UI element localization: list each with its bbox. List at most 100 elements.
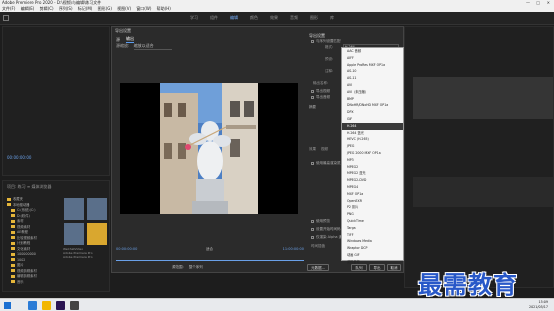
menu-clip[interactable]: 剪辑(C) [40, 6, 54, 11]
folder-icon [11, 219, 15, 223]
workspace-tab-audio[interactable]: 音频 [290, 15, 298, 21]
preview-image [160, 83, 258, 214]
clock-date: 2021/05/17 [528, 305, 548, 309]
match-sequence-checkbox[interactable] [311, 39, 314, 43]
folder-icon [11, 236, 15, 239]
format-option[interactable]: BMP [342, 96, 403, 103]
format-option[interactable]: JPEG [342, 143, 403, 150]
taskbar-clock[interactable]: 15:09 2021/05/17 [529, 300, 548, 310]
format-option[interactable]: Targa [342, 225, 403, 232]
tab-effects[interactable]: 效果 [309, 147, 316, 152]
menu-file[interactable]: 文件(F) [2, 6, 15, 11]
format-option[interactable]: Windows Media [342, 238, 403, 245]
project-panel-tabs[interactable]: 项目: 练习 ≡ 媒体浏览器 [7, 184, 52, 190]
format-option[interactable]: AIFF [342, 55, 403, 62]
max-render-checkbox[interactable] [311, 161, 314, 165]
taskbar-app-icon[interactable] [70, 301, 79, 310]
format-option[interactable]: OpenEXR [342, 198, 403, 205]
source-scale-label: 源缩放: [116, 43, 130, 48]
tree-item[interactable]: 音乐 [7, 280, 59, 286]
workspace-tab-color[interactable]: 颜色 [250, 15, 258, 21]
home-icon[interactable] [3, 15, 9, 21]
format-option[interactable]: Apple ProRes MXF OP1a [342, 62, 403, 69]
menu-graphics[interactable]: 图形(G) [98, 6, 112, 11]
tab-source[interactable]: 源 [116, 37, 120, 43]
source-range-select[interactable]: 整个序列 [189, 265, 203, 269]
format-option[interactable]: Wraptor DCP [342, 245, 403, 252]
tab-video[interactable]: 视频 [321, 147, 328, 152]
workspace-tab-effects[interactable]: 效果 [270, 15, 278, 21]
format-option[interactable]: MPEG4 [342, 184, 403, 191]
menu-markers[interactable]: 标记(M) [78, 6, 93, 11]
tree-item-label: 100000000 [17, 252, 36, 256]
tab-output[interactable]: 输出 [126, 36, 134, 43]
tree-item-label: 编辑剪辑素材 [17, 274, 37, 278]
format-option[interactable]: P2 影片 [342, 204, 403, 211]
menu-edit[interactable]: 编辑(E) [21, 6, 35, 11]
format-option[interactable]: 动画 GIF [342, 252, 403, 259]
format-option[interactable]: TIFF [342, 232, 403, 239]
timecode-start[interactable]: 00:00:00:00 [116, 247, 137, 251]
format-option[interactable]: MP3 [342, 157, 403, 164]
folder-icon [11, 280, 15, 283]
format-option[interactable]: HEVC (H.265) [342, 136, 403, 143]
format-option[interactable]: MXF OP1a [342, 191, 403, 198]
cherub-statue-photo [160, 83, 258, 214]
menu-sequence[interactable]: 序列(S) [59, 6, 73, 11]
render-alpha-checkbox[interactable] [311, 235, 314, 239]
tree-item-label: 1002 [17, 257, 26, 262]
media-thumbnail[interactable] [64, 223, 84, 245]
media-thumbnail[interactable] [64, 198, 84, 220]
file-explorer-icon[interactable] [42, 301, 51, 310]
tree-item-label: AE教程 [17, 230, 28, 234]
workspace-tab-graphics[interactable]: 图形 [310, 15, 318, 21]
workspace-tab-libraries[interactable]: 库 [330, 15, 334, 21]
media-thumbnail[interactable] [87, 223, 108, 245]
premiere-pro-icon[interactable] [56, 301, 65, 310]
format-option[interactable]: H.264 蓝光 [342, 130, 403, 137]
format-option[interactable]: AS-10 [342, 68, 403, 75]
timeline-area [413, 177, 553, 207]
format-option[interactable]: AVI [342, 82, 403, 89]
scrub-bar[interactable] [116, 260, 304, 261]
format-option[interactable]: AS-11 [342, 75, 403, 82]
edge-icon[interactable] [28, 301, 37, 310]
format-option[interactable]: QuickTime [342, 218, 403, 225]
metadata-button[interactable]: 元数据... [307, 264, 329, 271]
export-video-checkbox[interactable] [311, 89, 314, 93]
menu-help[interactable]: 帮助(H) [157, 6, 171, 11]
format-option[interactable]: JPEG 2000 MXF OP1a [342, 150, 403, 157]
format-option[interactable]: MPEG2-DVD [342, 177, 403, 184]
menu-window[interactable]: 窗口(W) [136, 6, 151, 11]
export-video-label: 导出视频 [316, 89, 330, 93]
workspace-tab-learning[interactable]: 学习 [190, 15, 198, 21]
export-audio-checkbox[interactable] [311, 95, 314, 99]
format-option[interactable]: DPX [342, 109, 403, 116]
folder-icon [11, 263, 15, 267]
source-scale-select[interactable]: 缩放以适合 [133, 43, 172, 50]
menu-view[interactable]: 视图(V) [117, 6, 131, 11]
preset-label: 预设: [325, 57, 334, 61]
workspace-tab-editing[interactable]: 编辑 [230, 15, 238, 21]
format-option[interactable]: AAC 音频 [342, 48, 403, 55]
fit-select[interactable]: 适合 [206, 247, 213, 252]
dialog-tabs: 源 输出 [116, 36, 140, 43]
format-option[interactable]: MPEG2 蓝光 [342, 170, 403, 177]
format-option[interactable]: H.264 [342, 122, 403, 130]
format-option[interactable]: PNG [342, 211, 403, 218]
start-timecode-checkbox[interactable] [311, 227, 314, 231]
format-option[interactable]: GIF [342, 116, 403, 123]
use-previews-label: 使用预览 [316, 219, 330, 223]
format-option[interactable]: DNxHR/DNxHD MXF OP1a [342, 102, 403, 109]
tree-item-label: 计划教程 [17, 241, 31, 245]
max-render-label: 使用最高渲染质量 [316, 161, 344, 165]
format-option[interactable]: MPEG2 [342, 164, 403, 171]
workspace-tab-assembly[interactable]: 组件 [210, 15, 218, 21]
format-option[interactable]: 波形音频 [342, 259, 403, 266]
start-button-icon[interactable] [4, 302, 11, 309]
source-monitor-panel: 00:00:00:00 [2, 26, 110, 176]
dialog-title: 导出设置 [115, 28, 131, 33]
use-previews-checkbox[interactable] [311, 219, 314, 223]
format-option[interactable]: AVI（未压缩） [342, 89, 403, 96]
media-thumbnail[interactable] [87, 198, 108, 220]
